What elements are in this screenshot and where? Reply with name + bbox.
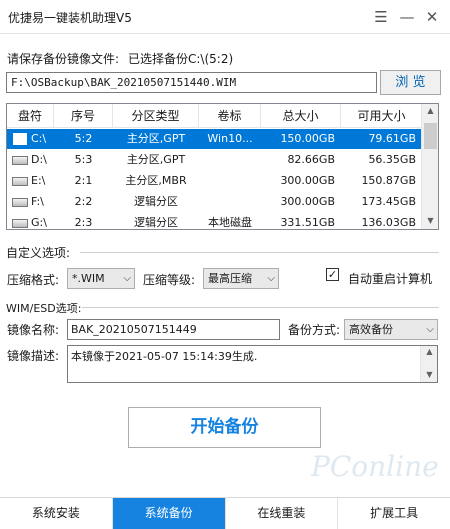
- tab-extension-tools[interactable]: 扩展工具: [338, 498, 450, 529]
- partition-free: 173.45GB: [361, 195, 416, 208]
- column-header-type[interactable]: 分区类型: [113, 104, 199, 128]
- drive-letter: G:\: [31, 216, 47, 229]
- browse-button[interactable]: 浏 览: [380, 70, 441, 95]
- title-bar: 优捷易一键装机助理V5 ☰ — ✕: [0, 0, 450, 34]
- tab-system-install[interactable]: 系统安装: [0, 498, 113, 529]
- partition-index: 2:3: [74, 216, 93, 229]
- auto-restart-checkbox[interactable]: ✓: [326, 268, 339, 281]
- image-description-value: 本镜像于2021-05-07 15:14:39生成.: [71, 350, 258, 363]
- partition-total: 82.66GB: [287, 153, 335, 166]
- partition-label: [199, 171, 261, 191]
- drive-icon: [12, 218, 28, 228]
- window-title: 优捷易一键装机助理V5: [8, 11, 132, 25]
- scroll-up-icon[interactable]: ▲: [421, 347, 438, 356]
- partition-total: 300.00GB: [280, 174, 335, 187]
- minimize-icon[interactable]: —: [396, 6, 418, 28]
- partition-label: [199, 150, 261, 170]
- chevron-down-icon: ⌵: [123, 273, 131, 284]
- drive-icon: [12, 197, 28, 207]
- image-description-label: 镜像描述:: [7, 349, 60, 363]
- column-header-index[interactable]: 序号: [54, 104, 113, 128]
- column-header-total[interactable]: 总大小: [261, 104, 341, 128]
- partition-free: 79.61GB: [341, 129, 422, 149]
- compress-level-label: 压缩等级:: [143, 273, 196, 287]
- image-name-label: 镜像名称:: [7, 323, 60, 337]
- drive-letter: D:\: [31, 153, 47, 166]
- compress-level-select[interactable]: 最高压缩 ⌵: [203, 268, 279, 289]
- drive-icon: [12, 176, 28, 186]
- tab-online-reinstall[interactable]: 在线重装: [225, 498, 339, 529]
- divider: [80, 252, 439, 253]
- partition-row[interactable]: G:\ 2:3 逻辑分区 本地磁盘 331.51GB 136.03GB: [7, 213, 422, 229]
- drive-letter: E:\: [31, 174, 46, 187]
- drive-letter: C:\: [31, 132, 47, 145]
- column-header-label[interactable]: 卷标: [199, 104, 261, 128]
- partition-free: 56.35GB: [368, 153, 416, 166]
- partition-index: 5:3: [74, 153, 93, 166]
- partition-total: 331.51GB: [280, 216, 335, 229]
- compress-format-select[interactable]: *.WIM ⌵: [67, 268, 135, 289]
- compress-format-label: 压缩格式:: [7, 273, 60, 287]
- partition-free: 150.87GB: [361, 174, 416, 187]
- close-icon[interactable]: ✕: [421, 6, 443, 28]
- partition-row[interactable]: D:\ 5:3 主分区,GPT 82.66GB 56.35GB: [7, 150, 422, 170]
- partition-table[interactable]: 盘符 序号 分区类型 卷标 总大小 可用大小 C:\ 5:2 主分区,GPT W…: [6, 103, 439, 230]
- partition-type: 逻辑分区: [134, 216, 178, 229]
- partition-type: 主分区,GPT: [126, 153, 186, 166]
- drive-letter: F:\: [31, 195, 44, 208]
- partition-label: [199, 192, 261, 212]
- table-scrollbar[interactable]: ▲ ▼: [421, 104, 438, 229]
- custom-options-title: 自定义选项:: [6, 246, 71, 260]
- partition-type: 主分区,MBR: [125, 174, 187, 187]
- compress-level-value: 最高压缩: [208, 272, 252, 285]
- windows-drive-icon: [13, 133, 27, 145]
- partition-total: 300.00GB: [280, 195, 335, 208]
- partition-row[interactable]: E:\ 2:1 主分区,MBR 300.00GB 150.87GB: [7, 171, 422, 191]
- menu-icon[interactable]: ☰: [370, 6, 392, 28]
- partition-index: 2:2: [74, 195, 93, 208]
- partition-index: 5:2: [54, 129, 113, 149]
- scroll-down-icon[interactable]: ▼: [421, 370, 438, 379]
- scroll-down-icon[interactable]: ▼: [422, 216, 438, 225]
- scroll-up-icon[interactable]: ▲: [422, 106, 438, 115]
- selected-backup-label: 已选择备份C:\(5:2): [128, 52, 234, 66]
- chevron-down-icon: ⌵: [426, 324, 434, 335]
- chevron-down-icon: ⌵: [267, 273, 275, 284]
- column-header-drive[interactable]: 盘符: [7, 104, 54, 128]
- auto-restart-label[interactable]: 自动重启计算机: [348, 270, 432, 287]
- partition-label: 本地磁盘: [208, 216, 252, 229]
- drive-icon: [12, 155, 28, 165]
- column-header-free[interactable]: 可用大小: [341, 104, 422, 128]
- partition-type: 逻辑分区: [134, 195, 178, 208]
- start-backup-button[interactable]: 开始备份: [128, 407, 321, 448]
- wim-options-title: WIM/ESD选项:: [6, 302, 82, 315]
- partition-row[interactable]: C:\ 5:2 主分区,GPT Win10... 150.00GB 79.61G…: [7, 129, 422, 149]
- backup-path-input[interactable]: F:\OSBackup\BAK_20210507151440.WIM: [6, 72, 377, 93]
- textarea-scrollbar[interactable]: ▲ ▼: [420, 346, 437, 382]
- backup-path-prompt: 请保存备份镜像文件:: [7, 52, 120, 66]
- divider: [82, 307, 439, 308]
- scrollbar-thumb[interactable]: [424, 123, 437, 149]
- pconline-watermark: PConline: [311, 450, 439, 483]
- image-name-input[interactable]: BAK_20210507151449: [67, 319, 280, 340]
- backup-mode-value: 高效备份: [349, 323, 393, 336]
- backup-mode-label: 备份方式:: [288, 323, 341, 337]
- partition-total: 150.00GB: [261, 129, 341, 149]
- partition-type: 主分区,GPT: [113, 129, 199, 149]
- partition-table-header: 盘符 序号 分区类型 卷标 总大小 可用大小: [7, 104, 422, 128]
- tab-system-backup[interactable]: 系统备份: [112, 498, 226, 529]
- partition-label: Win10...: [199, 129, 261, 149]
- bottom-nav: 系统安装 系统备份 在线重装 扩展工具: [0, 497, 450, 529]
- compress-format-value: *.WIM: [72, 272, 105, 285]
- image-description-textarea[interactable]: 本镜像于2021-05-07 15:14:39生成. ▲ ▼: [67, 345, 438, 383]
- partition-free: 136.03GB: [361, 216, 416, 229]
- backup-mode-select[interactable]: 高效备份 ⌵: [344, 319, 438, 340]
- partition-index: 2:1: [74, 174, 93, 187]
- partition-row[interactable]: F:\ 2:2 逻辑分区 300.00GB 173.45GB: [7, 192, 422, 212]
